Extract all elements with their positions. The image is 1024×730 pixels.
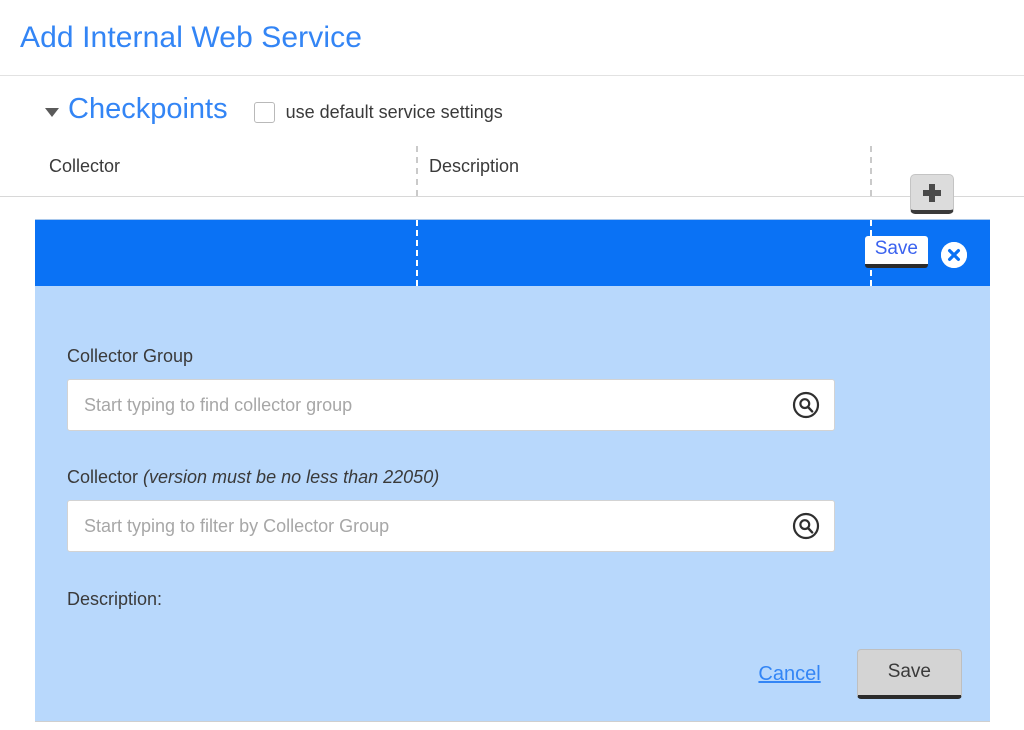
page-title-bar: Add Internal Web Service — [0, 0, 1024, 76]
collector-group-field: Collector Group — [67, 346, 835, 431]
row-save-button[interactable]: Save — [864, 236, 928, 268]
collector-group-input[interactable] — [68, 380, 834, 430]
collector-group-label: Collector Group — [67, 346, 194, 366]
column-divider — [416, 146, 418, 196]
save-button[interactable]: Save — [856, 649, 962, 699]
collector-label-text: Collector — [67, 467, 144, 487]
plus-icon — [923, 183, 941, 202]
page-title: Add Internal Web Service — [20, 20, 363, 54]
panel-actions: Cancel Save — [758, 649, 962, 699]
description-label: Description: — [67, 589, 163, 609]
use-default-service-settings-checkbox[interactable] — [253, 101, 275, 123]
triangle-down-icon[interactable] — [45, 107, 59, 117]
collector-group-input-shell — [67, 379, 835, 431]
collector-input-shell — [67, 500, 835, 552]
checkpoint-detail-panel: Collector Group Collector (version must … — [35, 286, 990, 722]
collector-label: Collector (version must be no less than … — [67, 467, 835, 488]
close-circle-icon[interactable] — [941, 242, 967, 268]
collector-field: Collector (version must be no less than … — [67, 467, 835, 552]
section-title: Checkpoints — [68, 92, 228, 125]
search-icon[interactable] — [792, 391, 820, 419]
collector-input[interactable] — [68, 501, 834, 551]
checkpoints-section-header: Checkpoints use default service settings — [0, 76, 1024, 125]
table-row-selected[interactable]: Save — [35, 219, 990, 286]
column-divider — [416, 220, 418, 286]
search-icon[interactable] — [792, 512, 820, 540]
checkpoints-table: Collector Description — [0, 142, 1024, 197]
table-header-row: Collector Description — [0, 142, 1024, 197]
add-checkpoint-button[interactable] — [910, 174, 954, 214]
cancel-link[interactable]: Cancel — [758, 663, 820, 686]
collector-version-note: (version must be no less than 22050) — [143, 467, 440, 487]
column-header-collector: Collector — [49, 156, 121, 176]
column-divider — [870, 146, 872, 196]
use-default-service-settings-label: use default service settings — [285, 101, 503, 122]
column-header-description: Description — [429, 156, 520, 176]
use-default-service-settings-group[interactable]: use default service settings — [253, 101, 503, 123]
